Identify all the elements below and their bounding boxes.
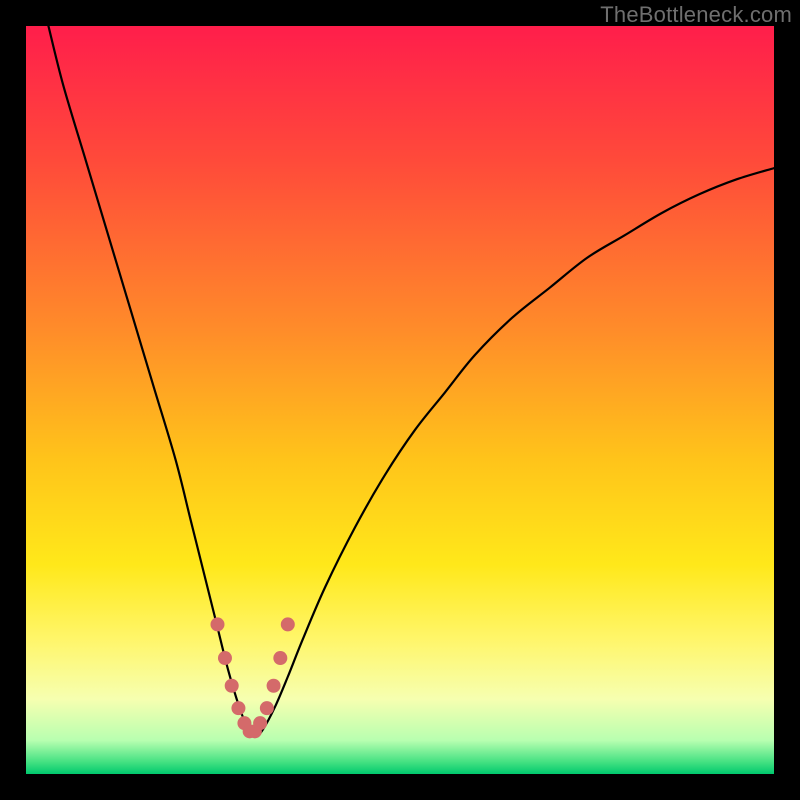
trough-dot	[218, 651, 232, 665]
trough-dot	[281, 617, 295, 631]
trough-dot	[253, 716, 267, 730]
trough-dot	[210, 617, 224, 631]
trough-dot	[231, 701, 245, 715]
trough-dot	[273, 651, 287, 665]
chart-frame	[26, 26, 774, 774]
chart-background	[26, 26, 774, 774]
watermark-text: TheBottleneck.com	[600, 2, 792, 28]
trough-dot	[260, 701, 274, 715]
trough-dot	[267, 679, 281, 693]
bottleneck-chart	[26, 26, 774, 774]
trough-dot	[225, 679, 239, 693]
